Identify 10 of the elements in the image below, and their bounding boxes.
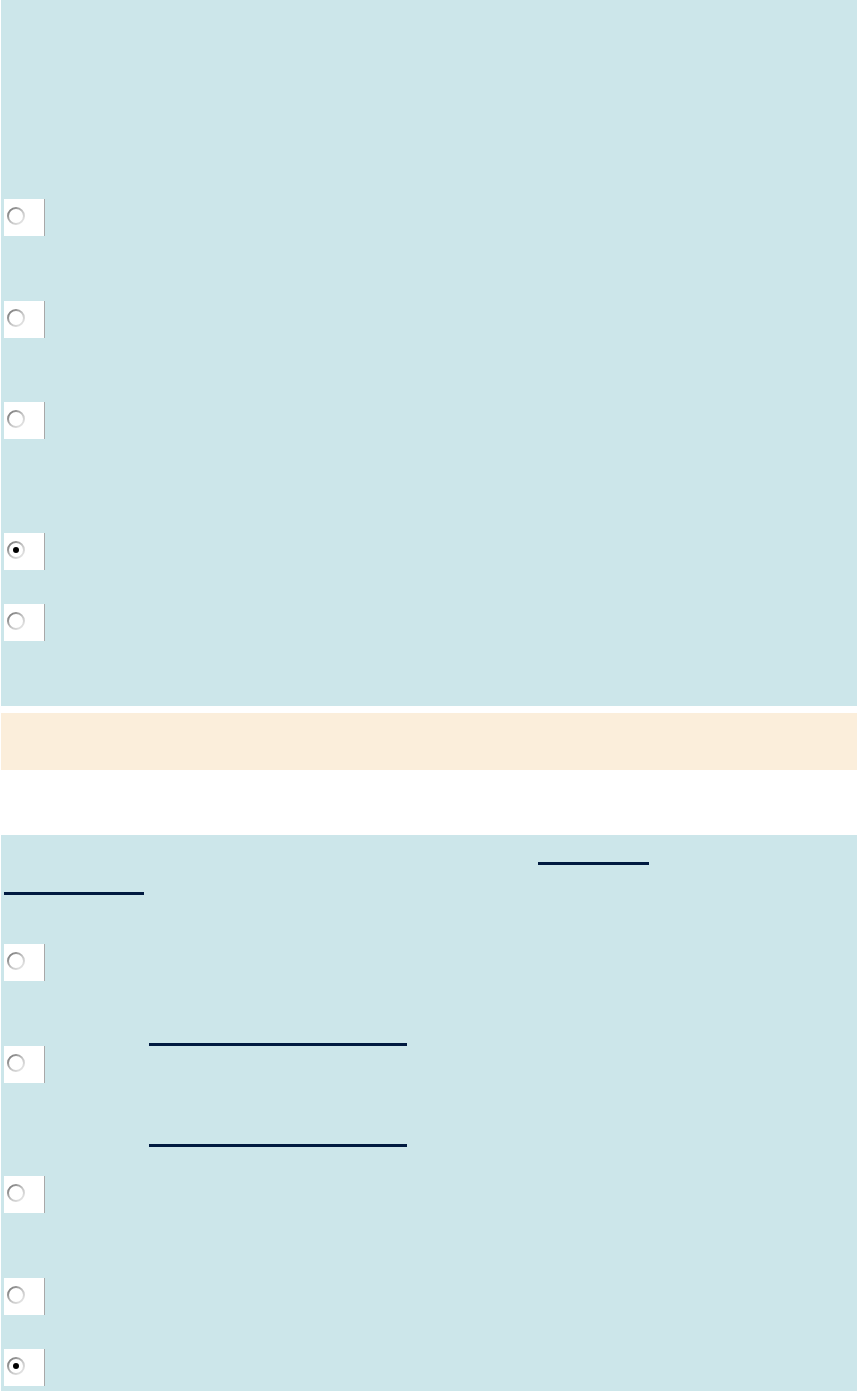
radio-icon[interactable] [7,1054,25,1072]
radio-icon[interactable] [7,309,25,327]
radio-icon[interactable] [7,207,25,225]
radio-icon[interactable] [7,612,25,630]
radio-icon[interactable] [7,1184,25,1202]
radio-icon[interactable] [7,1286,25,1304]
radio-icon[interactable] [7,1357,25,1375]
radio-icon[interactable] [7,952,25,970]
radio-icon[interactable] [7,410,25,428]
radio-icon[interactable] [7,541,25,559]
